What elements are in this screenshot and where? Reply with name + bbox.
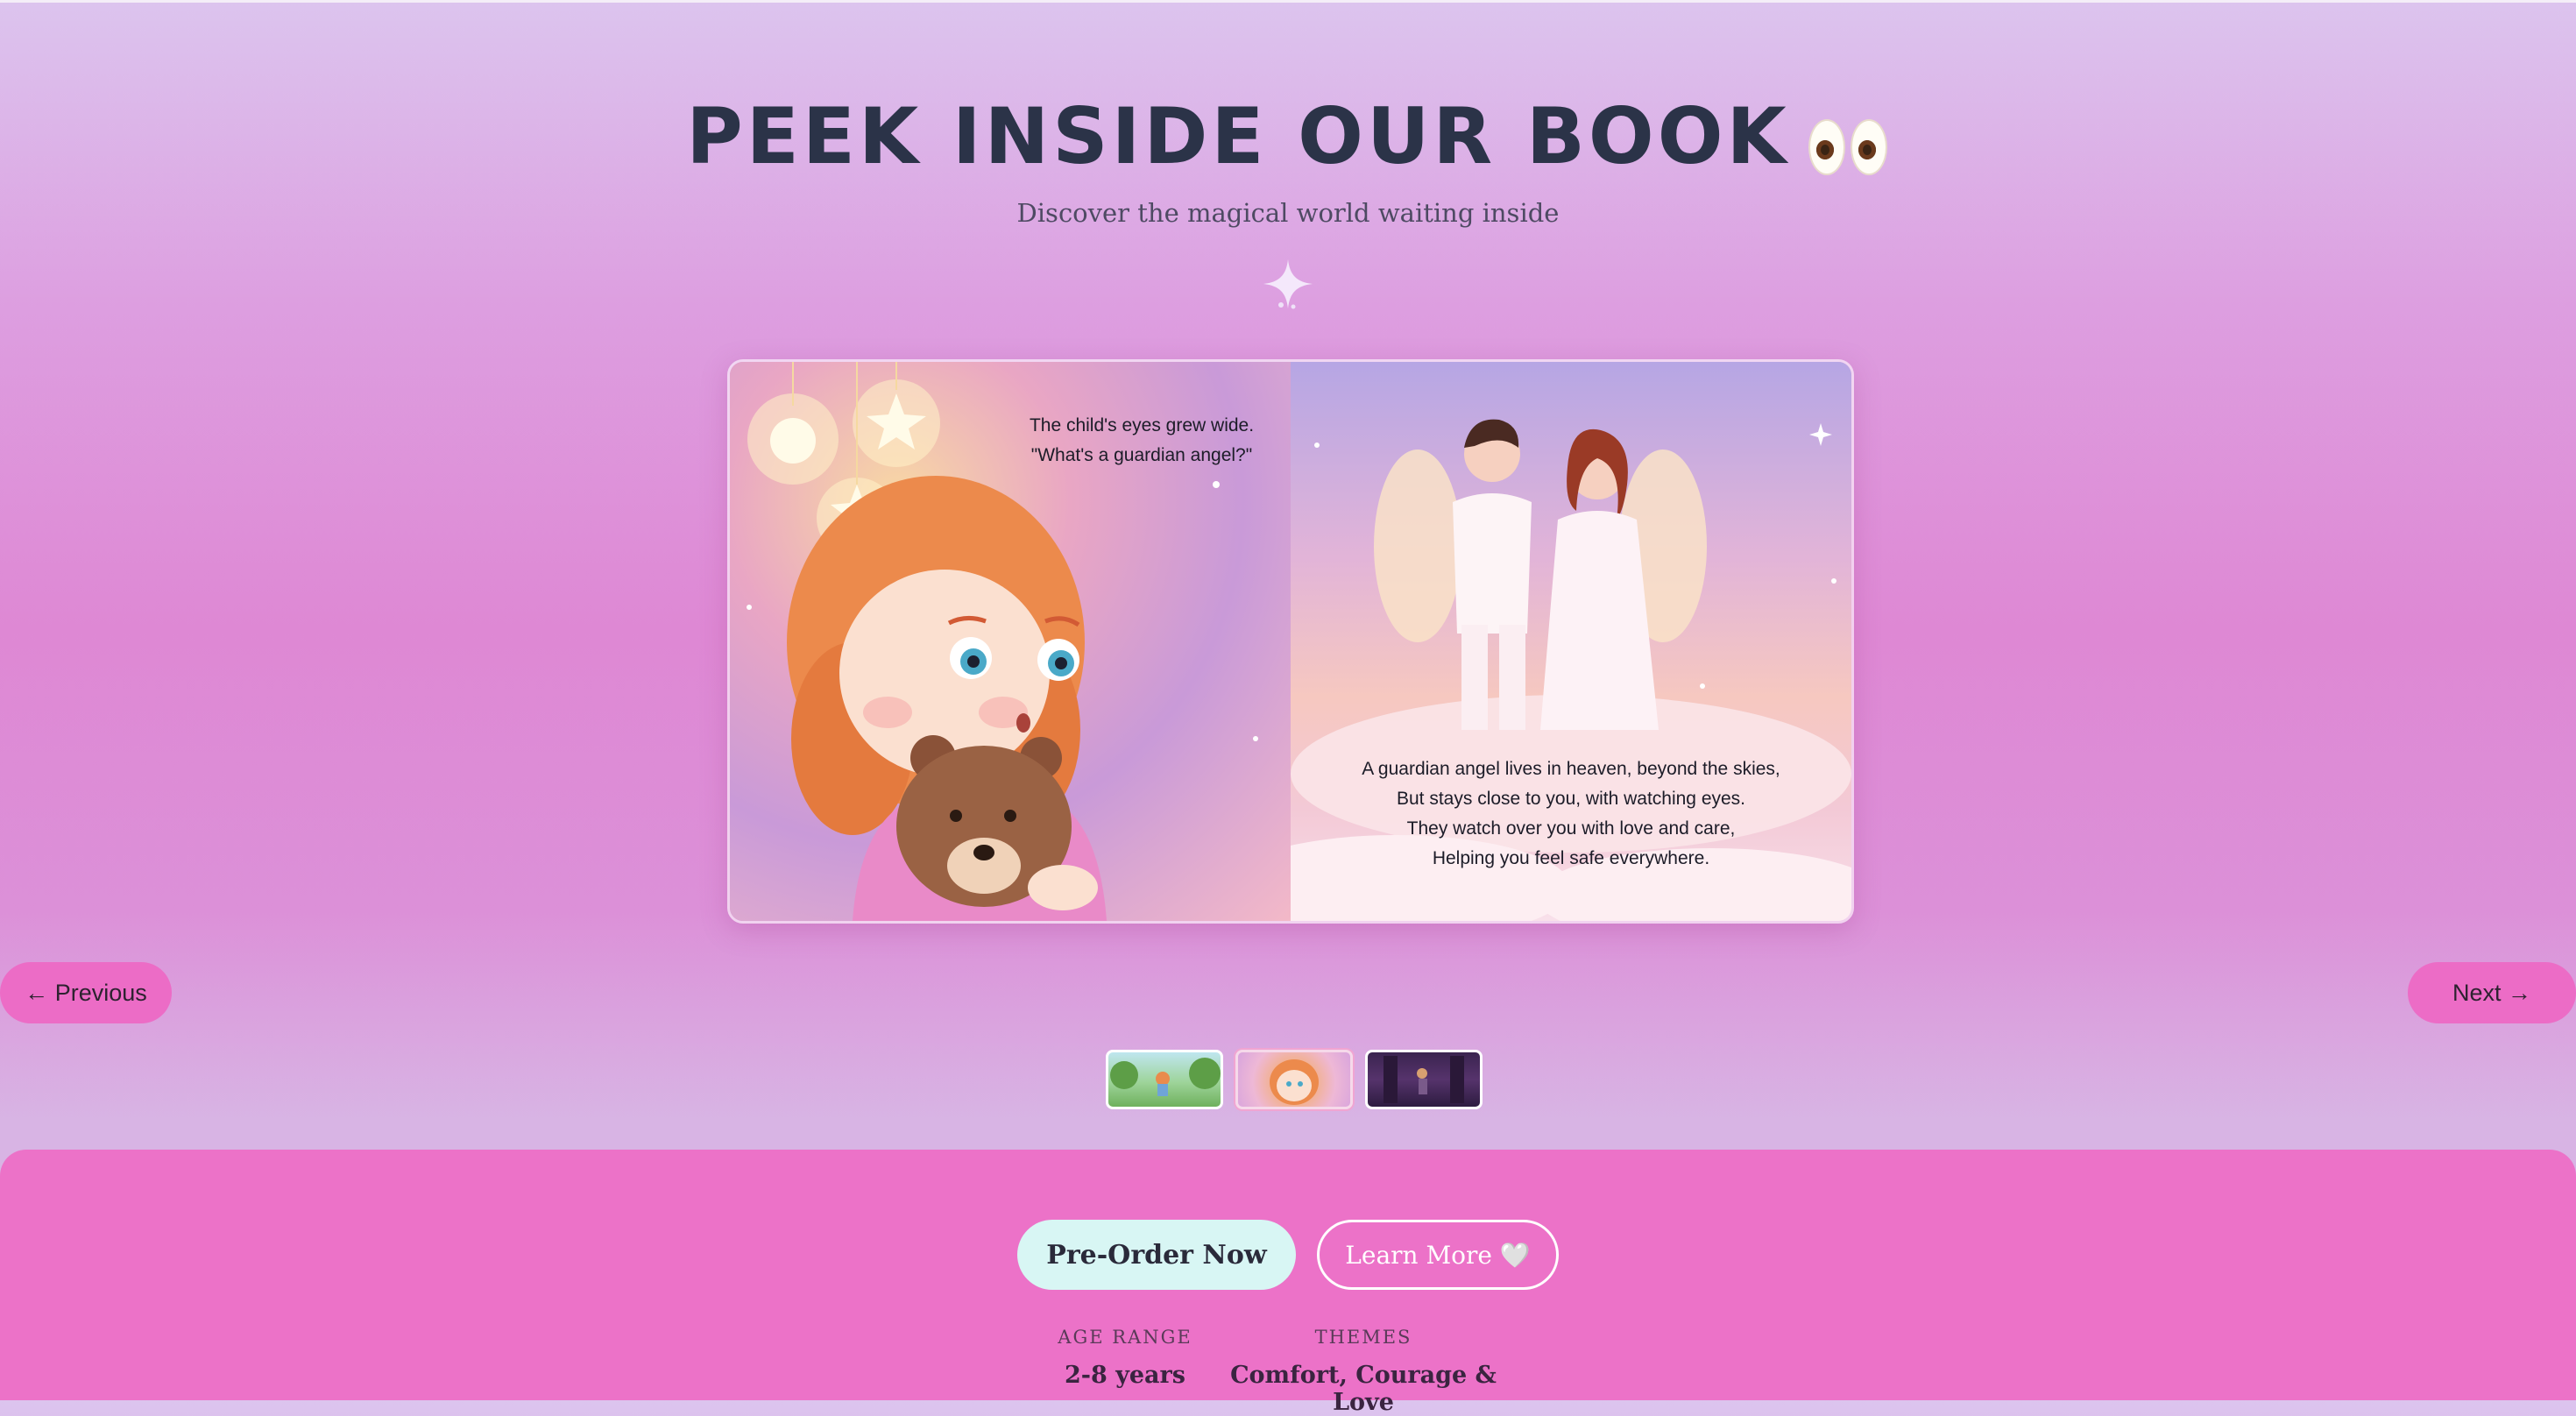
right-page-text: A guardian angel lives in heaven, beyond… [1291,754,1851,874]
age-range-label: AGE RANGE [1058,1327,1192,1348]
page-subtitle: Discover the magical world waiting insid… [1016,198,1560,228]
thumbnail-page-3[interactable] [1365,1050,1483,1109]
right-text-line: A guardian angel lives in heaven, beyond… [1362,759,1780,779]
pre-order-button[interactable]: Pre-Order Now [1017,1220,1296,1290]
right-text-line: They watch over you with love and care, [1406,818,1736,839]
book-left-page: The child's eyes grew wide. "What's a gu… [730,362,1291,921]
age-range-value: 2-8 years [1065,1362,1185,1389]
book-spread-viewer: The child's eyes grew wide. "What's a gu… [727,359,1854,924]
thumbnail-page-1[interactable] [1106,1050,1223,1109]
thumbnail-page-2[interactable] [1235,1050,1353,1109]
previous-button[interactable]: ← Previous [0,962,172,1023]
thumbnail-girl-scene [1270,1059,1319,1105]
learn-more-button[interactable]: Learn More 🤍 [1317,1220,1559,1290]
top-border [0,0,2576,3]
page-title-text: PEEK INSIDE OUR BOOK [686,91,1790,181]
sparkle-icon [1263,259,1313,309]
thumbnail-park-scene [1110,1058,1221,1096]
left-text-line: The child's eyes grew wide. [1029,415,1255,435]
themes-value: Comfort, Courage & Love [1230,1362,1497,1416]
eyes-icon [1806,89,1890,195]
left-page-text: The child's eyes grew wide. "What's a gu… [1010,411,1273,471]
page-title: PEEK INSIDE OUR BOOK [0,84,2576,195]
left-text-line: "What's a guardian angel?" [1030,445,1253,465]
right-text-line: But stays close to you, with watching ey… [1396,789,1746,809]
page-thumbnails [1106,1050,1483,1109]
right-text-line: Helping you feel safe everywhere. [1432,848,1710,868]
thumbnail-night-scene [1384,1056,1464,1103]
themes-label: THEMES [1314,1327,1412,1348]
next-button[interactable]: Next → [2408,962,2576,1023]
